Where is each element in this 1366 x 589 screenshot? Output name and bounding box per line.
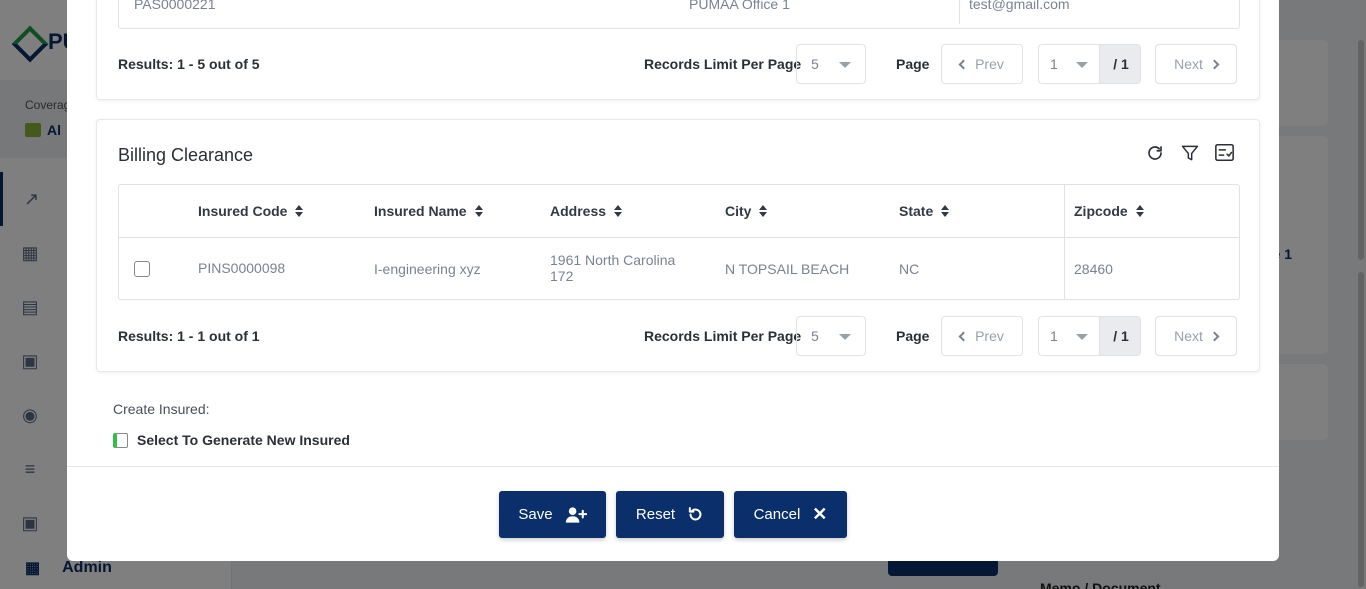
header-label: Insured Code: [198, 203, 288, 219]
column-header-insured-name[interactable]: Insured Name: [374, 203, 483, 219]
cell-state: NC: [899, 261, 920, 277]
chevron-down-icon: [1076, 334, 1088, 340]
header-label: Address: [550, 203, 607, 219]
column-settings-button[interactable]: [1214, 142, 1235, 163]
results-count: Results: 1 - 1 out of 1: [118, 328, 260, 344]
page-total: / 1: [1099, 45, 1140, 83]
header-label: City: [725, 203, 752, 219]
generate-insured-label: Select To Generate New Insured: [137, 432, 350, 448]
page-label: Page: [896, 328, 930, 344]
header-label: Insured Name: [374, 203, 467, 219]
prev-page-button[interactable]: Prev: [941, 316, 1023, 356]
undo-icon: [688, 507, 702, 521]
billing-table: Insured Code Insured Name Address City S…: [118, 184, 1240, 300]
cell-office: PUMAA Office 1: [689, 0, 790, 12]
refresh-button[interactable]: [1144, 142, 1165, 163]
page-number-value: 1: [1050, 56, 1058, 72]
next-label: Next: [1174, 328, 1203, 344]
column-header-address[interactable]: Address: [550, 203, 623, 219]
chevron-right-icon: [1209, 59, 1220, 69]
records-limit-label: Records Limit Per Page: [644, 328, 802, 344]
column-header-state[interactable]: State: [899, 203, 950, 219]
sort-icon: [1135, 205, 1144, 217]
sort-icon: [759, 205, 768, 217]
previous-table-card: PAS0000221 PUMAA Office 1 test@gmail.com…: [96, 0, 1260, 100]
table-row: PINS0000098 I-engineering xyz 1961 North…: [119, 238, 1239, 299]
chevron-right-icon: [1209, 331, 1220, 341]
pagination: Results: 1 - 1 out of 1 Records Limit Pe…: [118, 316, 1240, 356]
create-insured-section: Create Insured: Select To Generate New I…: [113, 401, 350, 448]
prev-label: Prev: [975, 328, 1004, 344]
results-count: Results: 1 - 5 out of 5: [118, 56, 260, 72]
cell-insured-code: PINS0000098: [198, 260, 286, 276]
page-select: 1 / 1: [1038, 44, 1141, 84]
modal-footer: Save Reset Cancel ✕: [67, 466, 1279, 561]
records-limit-value: 5: [811, 328, 819, 344]
prev-label: Prev: [975, 56, 1004, 72]
save-label: Save: [518, 506, 553, 523]
column-settings-icon: [1215, 143, 1234, 162]
header-label: State: [899, 203, 934, 219]
cell-email: test@gmail.com: [969, 0, 1070, 12]
next-page-button[interactable]: Next: [1155, 44, 1237, 84]
filter-button[interactable]: [1179, 142, 1200, 163]
page-total: / 1: [1099, 317, 1140, 355]
chevron-down-icon: [1076, 62, 1088, 68]
records-limit-value: 5: [811, 56, 819, 72]
page-number-value: 1: [1050, 328, 1058, 344]
create-insured-label: Create Insured:: [113, 401, 210, 417]
insured-modal: PAS0000221 PUMAA Office 1 test@gmail.com…: [67, 0, 1279, 561]
reset-label: Reset: [635, 506, 676, 523]
sort-icon: [474, 205, 483, 217]
cancel-button[interactable]: Cancel ✕: [734, 491, 847, 538]
generate-insured-option[interactable]: Select To Generate New Insured: [113, 432, 350, 448]
close-icon: ✕: [812, 504, 828, 524]
table-header: Insured Code Insured Name Address City S…: [119, 185, 1239, 238]
prev-page-button[interactable]: Prev: [941, 44, 1023, 84]
records-limit-select[interactable]: 5: [796, 316, 866, 356]
column-divider: [959, 0, 960, 24]
sort-icon: [614, 205, 623, 217]
table-tools: [1144, 142, 1235, 163]
header-label: Zipcode: [1074, 203, 1128, 219]
chevron-down-icon: [839, 62, 851, 68]
reset-button[interactable]: Reset: [616, 491, 724, 538]
pagination: Results: 1 - 5 out of 5 Records Limit Pe…: [118, 44, 1240, 84]
column-header-zipcode[interactable]: Zipcode: [1074, 203, 1144, 219]
records-limit-label: Records Limit Per Page: [644, 56, 802, 72]
chevron-left-icon: [958, 331, 969, 341]
cell-zipcode: 28460: [1074, 261, 1113, 277]
chevron-down-icon: [839, 334, 851, 340]
page-number-select[interactable]: 1: [1039, 45, 1099, 83]
generate-insured-checkbox[interactable]: [113, 432, 128, 448]
cell-code: PAS0000221: [134, 0, 216, 12]
previous-table: PAS0000221 PUMAA Office 1 test@gmail.com: [118, 0, 1240, 29]
sort-icon: [295, 205, 304, 217]
page-number-select[interactable]: 1: [1039, 317, 1099, 355]
next-page-button[interactable]: Next: [1155, 316, 1237, 356]
filter-icon: [1181, 145, 1198, 160]
cell-address: 1961 North Carolina 172: [550, 252, 676, 284]
column-header-city[interactable]: City: [725, 203, 768, 219]
card-title: Billing Clearance: [118, 145, 254, 165]
next-label: Next: [1174, 56, 1203, 72]
column-header-insured-code[interactable]: Insured Code: [198, 203, 304, 219]
add-user-icon: [565, 506, 587, 523]
records-limit-select[interactable]: 5: [796, 44, 866, 84]
page-select: 1 / 1: [1038, 316, 1141, 356]
refresh-icon: [1147, 145, 1162, 160]
modal-body: PAS0000221 PUMAA Office 1 test@gmail.com…: [67, 0, 1279, 466]
save-button[interactable]: Save: [499, 491, 606, 538]
sort-icon: [941, 205, 950, 217]
billing-clearance-card: Billing Clearance Insured Code Insured N…: [96, 119, 1260, 372]
cancel-label: Cancel: [753, 506, 801, 523]
chevron-left-icon: [958, 59, 969, 69]
cell-city: N TOPSAIL BEACH: [725, 261, 850, 277]
row-select-checkbox[interactable]: [134, 261, 150, 277]
page-label: Page: [896, 56, 930, 72]
cell-insured-name: I-engineering xyz: [374, 261, 481, 277]
